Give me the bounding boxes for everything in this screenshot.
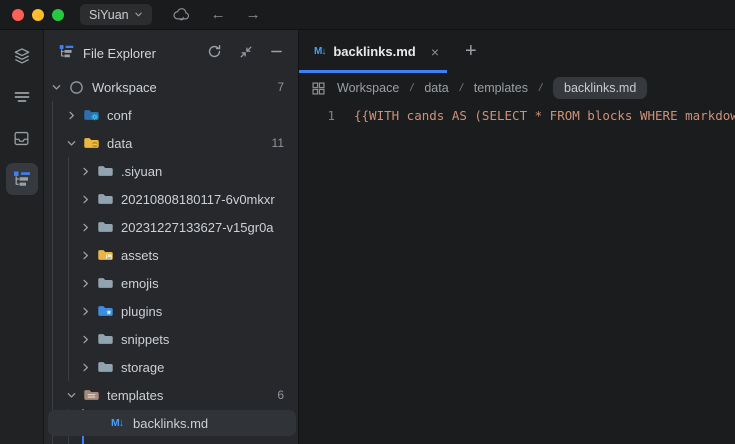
tree-item-label: data [107,135,133,151]
tree-item-snippets[interactable]: snippets [44,325,298,353]
folder-icon [96,191,114,207]
plugins-folder-icon [96,303,114,319]
chevron-right-icon[interactable] [77,362,93,373]
folder-icon [96,275,114,291]
folder-icon [96,163,114,179]
chevron-right-icon[interactable] [77,306,93,317]
tree-item-assets[interactable]: assets [44,241,298,269]
chevron-right-icon[interactable] [77,334,93,345]
refresh-icon[interactable] [207,44,222,62]
code-line-1[interactable]: 1 {{WITH cands AS (SELECT * FROM blocks … [299,104,735,126]
chevron-down-icon[interactable] [63,390,79,401]
tree-item-templates[interactable]: templates 6 [44,381,298,409]
tree-item-emojis[interactable]: emojis [44,269,298,297]
tree-item-plugins[interactable]: plugins [44,297,298,325]
tree-item-label: 20210808180117-6v0mkxr [121,191,275,207]
chevron-right-icon[interactable] [63,110,79,121]
collapse-all-icon[interactable] [239,45,253,62]
tree-item-label: conf [107,107,132,123]
tree-item-label: storage [121,359,165,375]
chevron-down-icon[interactable] [63,138,79,149]
close-tab-icon[interactable]: × [431,44,439,60]
tree-item-conf[interactable]: conf [44,101,298,129]
tree-item-storage[interactable]: storage [44,353,298,381]
markdown-file-icon: M↓ [314,46,326,57]
templates-folder-icon [82,387,100,403]
tree-item-label: Workspace [92,79,157,95]
breadcrumb-separator: / [459,82,463,94]
back-icon[interactable]: ← [211,6,226,23]
folder-icon [96,331,114,347]
tab-label: backlinks.md [333,44,416,59]
tree-item-workspace[interactable]: Workspace 7 [44,73,298,101]
app-window: SiYuan ← → File Explorer Workspace 7 con… [0,0,735,444]
breadcrumb-separator: / [538,82,543,94]
workspace-switcher-label: SiYuan [89,7,129,22]
chevron-right-icon[interactable] [77,222,93,233]
file-explorer-header: File Explorer [44,38,298,68]
tab-backlinks-md[interactable]: M↓ backlinks.md × [299,30,447,73]
tree-item-label: emojis [121,275,159,291]
minimize-panel-icon[interactable] [270,45,283,61]
breadcrumb-separator: / [410,82,414,94]
config-folder-icon [82,107,100,123]
chevron-right-icon[interactable] [77,166,93,177]
editor-area: M↓ backlinks.md × + Workspace / data / t… [299,30,735,444]
file-tree-icon [58,43,75,63]
breadcrumb-current-file[interactable]: backlinks.md [553,77,648,99]
notebook-icon [67,79,85,95]
tree-item-20231227133627[interactable]: 20231227133627-v15gr0a [44,213,298,241]
workspace-switcher[interactable]: SiYuan [80,4,152,25]
workspace-grid-icon [311,81,326,96]
tree-item-label: .siyuan [121,163,163,179]
breadcrumb-data[interactable]: data [424,81,448,95]
titlebar: SiYuan ← → [0,0,735,30]
markdown-file-icon: M↓ [111,417,124,429]
chevron-down-icon[interactable] [48,82,64,93]
traffic-lights [12,8,64,21]
chevron-right-icon[interactable] [77,250,93,261]
close-window-button[interactable] [12,8,24,21]
file-explorer-panel: File Explorer Workspace 7 conf data 11 .… [44,30,299,444]
tree-item-label: assets [121,247,159,263]
tree-item-label: plugins [121,303,163,319]
zoom-window-button[interactable] [52,8,64,21]
item-count: 11 [271,136,284,150]
breadcrumb-workspace[interactable]: Workspace [337,81,399,95]
activity-bar [0,30,44,444]
forward-icon[interactable]: → [246,6,261,23]
layers-icon[interactable] [6,40,38,72]
outline-icon[interactable] [6,81,38,113]
tree-item-backlinks-md[interactable]: M↓ backlinks.md [44,409,298,437]
tab-bar: M↓ backlinks.md × + [299,30,735,73]
tree-item-label: templates [107,387,164,403]
folder-icon [96,359,114,375]
code-text: {{WITH cands AS (SELECT * FROM blocks WH… [354,107,735,123]
images-folder-icon [96,247,114,263]
breadcrumb: Workspace / data / templates / backlinks… [299,73,735,103]
chevron-down-icon [134,8,143,22]
file-explorer-icon[interactable] [5,163,38,195]
chevron-right-icon[interactable] [77,278,93,289]
chevron-right-icon[interactable] [77,194,93,205]
folder-icon [96,219,114,235]
item-count: 6 [277,388,284,402]
database-folder-icon [82,135,100,151]
new-tab-button[interactable]: + [465,40,477,63]
tree-item-20210808180117[interactable]: 20210808180117-6v0mkxr [44,185,298,213]
tree-item-label: snippets [121,331,170,347]
line-number: 1 [327,107,335,123]
tree-item-data[interactable]: data 11 [44,129,298,157]
breadcrumb-templates[interactable]: templates [474,81,528,95]
minimize-window-button[interactable] [32,8,44,21]
item-count: 7 [277,80,284,94]
tree-item-label: backlinks.md [133,415,209,431]
panel-title: File Explorer [83,45,156,61]
tree-item-siyuan[interactable]: .siyuan [44,157,298,185]
file-tree: Workspace 7 conf data 11 .siyuan 2021080… [44,68,298,444]
inbox-icon[interactable] [6,122,38,154]
cloud-sync-icon[interactable] [172,6,191,23]
tree-item-label: 20231227133627-v15gr0a [121,219,274,235]
